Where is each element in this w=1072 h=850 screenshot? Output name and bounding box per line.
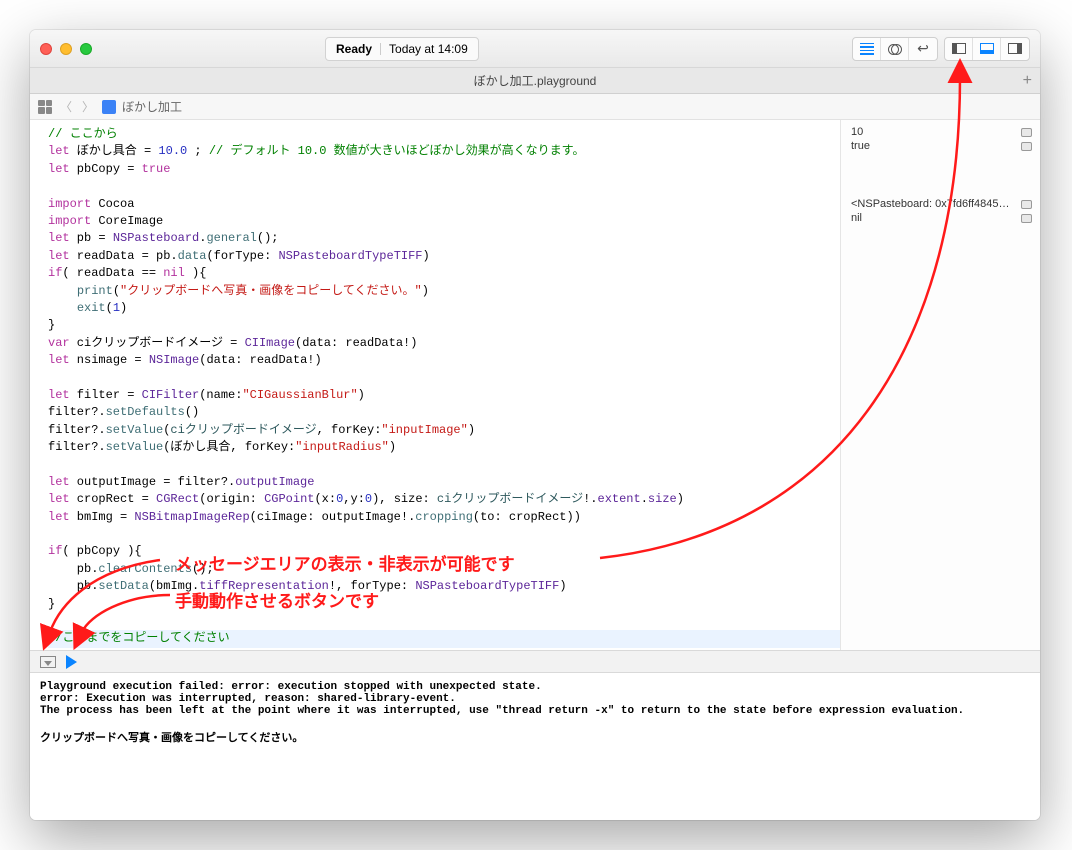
related-items-icon[interactable] [38, 100, 52, 114]
debug-menu-icon[interactable] [40, 656, 56, 668]
xcode-window: Ready Today at 14:09 ↩︎ ぼかし加工.playground… [30, 30, 1040, 820]
jump-file-name[interactable]: ぼかし加工 [122, 98, 182, 115]
source-editor[interactable]: // ここから let ぼかし具合 = 10.0 ; // デフォルト 10.0… [30, 120, 840, 650]
standard-editor-icon[interactable] [853, 38, 881, 60]
tab-bar: ぼかし加工.playground + [30, 68, 1040, 94]
debug-bar [30, 650, 1040, 672]
titlebar: Ready Today at 14:09 ↩︎ [30, 30, 1040, 68]
result-row[interactable]: true [851, 140, 1032, 152]
quick-look-icon[interactable] [1021, 214, 1032, 223]
toolbar-right: ↩︎ [852, 37, 1030, 61]
toggle-navigator-icon[interactable] [945, 38, 973, 60]
result-row[interactable]: <NSPasteboard: 0x7fd6ff48452... [851, 198, 1032, 210]
version-editor-icon[interactable]: ↩︎ [909, 38, 937, 60]
result-row[interactable]: nil [851, 212, 1032, 224]
jump-bar: 〈 〉 ぼかし加工 [30, 94, 1040, 120]
status-time: Today at 14:09 [389, 42, 468, 56]
quick-look-icon[interactable] [1021, 142, 1032, 151]
playground-file-icon [102, 100, 116, 114]
separator [380, 43, 381, 55]
assistant-editor-icon[interactable] [881, 38, 909, 60]
new-tab-button[interactable]: + [1023, 72, 1032, 90]
result-row[interactable]: 10 [851, 126, 1032, 138]
results-sidebar: 10 true <NSPasteboard: 0x7fd6ff48452... … [840, 120, 1040, 650]
result-value: true [851, 140, 870, 152]
activity-status: Ready Today at 14:09 [325, 37, 479, 61]
toggle-debug-area-icon[interactable] [973, 38, 1001, 60]
close-button[interactable] [40, 43, 52, 55]
run-button[interactable] [66, 655, 77, 669]
quick-look-icon[interactable] [1021, 200, 1032, 209]
result-value: <NSPasteboard: 0x7fd6ff48452... [851, 198, 1011, 210]
zoom-button[interactable] [80, 43, 92, 55]
editor-mode-segment[interactable]: ↩︎ [852, 37, 938, 61]
minimize-button[interactable] [60, 43, 72, 55]
main-area: // ここから let ぼかし具合 = 10.0 ; // デフォルト 10.0… [30, 120, 1040, 650]
console-output[interactable]: Playground execution failed: error: exec… [30, 672, 1040, 820]
back-button[interactable]: 〈 [58, 98, 74, 115]
tab-title[interactable]: ぼかし加工.playground [474, 72, 597, 89]
forward-button[interactable]: 〉 [80, 98, 96, 115]
panel-toggle-segment[interactable] [944, 37, 1030, 61]
traffic-lights [40, 43, 92, 55]
result-value: nil [851, 212, 862, 224]
status-state: Ready [336, 42, 372, 56]
quick-look-icon[interactable] [1021, 128, 1032, 137]
toggle-utilities-icon[interactable] [1001, 38, 1029, 60]
result-value: 10 [851, 126, 863, 138]
